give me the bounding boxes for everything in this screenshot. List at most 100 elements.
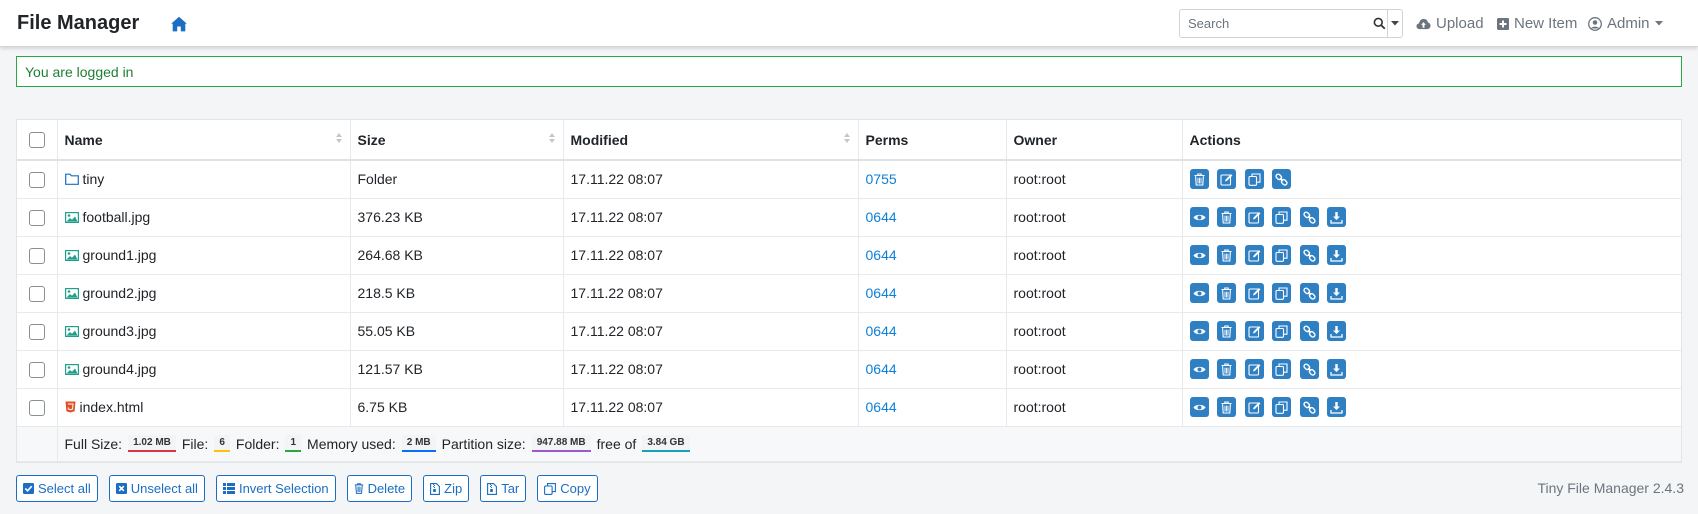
table-row: football.jpg 376.23 KB 17.11.22 08:07 0644 r…	[17, 198, 1681, 237]
file-perms-link[interactable]: 0644	[866, 209, 897, 225]
file-name-cell[interactable]: tiny	[57, 160, 351, 199]
row-checkbox[interactable]	[28, 285, 45, 302]
copy-button[interactable]	[1272, 245, 1291, 265]
file-name-cell[interactable]: ground1.jpg	[57, 236, 351, 275]
link-button[interactable]	[1299, 321, 1319, 341]
file-perms-link[interactable]: 0644	[866, 285, 897, 301]
view-button[interactable]	[1189, 397, 1209, 417]
column-name[interactable]: Name	[57, 120, 351, 161]
row-checkbox[interactable]	[28, 399, 45, 416]
copy-button[interactable]	[1272, 321, 1291, 341]
download-button[interactable]	[1327, 321, 1346, 341]
user-menu[interactable]: Admin	[1588, 15, 1663, 32]
search-icon[interactable]	[1372, 10, 1387, 37]
trash-button[interactable]	[1217, 283, 1236, 303]
download-button[interactable]	[1327, 359, 1346, 379]
version-label: Tiny File Manager 2.4.3	[1537, 480, 1684, 496]
row-checkbox[interactable]	[28, 247, 45, 264]
file-actions-cell	[1182, 350, 1681, 389]
trash-button[interactable]	[1217, 207, 1236, 227]
file-name[interactable]: index.html	[80, 399, 144, 415]
view-button[interactable]	[1189, 283, 1209, 303]
column-size[interactable]: Size	[350, 120, 564, 161]
trash-button[interactable]	[1217, 321, 1236, 341]
memory-label: Memory used:	[307, 435, 396, 452]
select-all-checkbox[interactable]	[28, 132, 45, 149]
download-button[interactable]	[1327, 283, 1346, 303]
edit-button[interactable]	[1217, 169, 1236, 190]
edit-button[interactable]	[1244, 207, 1264, 227]
file-name[interactable]: ground4.jpg	[83, 361, 157, 377]
download-button[interactable]	[1327, 207, 1346, 227]
link-button[interactable]	[1299, 397, 1319, 417]
edit-button[interactable]	[1244, 283, 1264, 303]
table-row: index.html 6.75 KB 17.11.22 08:07 0644 root:…	[17, 388, 1681, 427]
trash-button[interactable]	[1189, 169, 1209, 190]
tar-button[interactable]: Tar	[480, 475, 527, 502]
file-perms-link[interactable]: 0644	[866, 323, 897, 339]
file-name-cell[interactable]: index.html	[57, 388, 351, 427]
download-button[interactable]	[1327, 245, 1346, 265]
search-dropdown-button[interactable]	[1386, 10, 1402, 37]
file-name-cell[interactable]: ground3.jpg	[57, 312, 351, 351]
unselect-all-button[interactable]: Unselect all	[108, 475, 205, 502]
file-perms-link[interactable]: 0644	[866, 399, 897, 415]
partition-label: Partition size:	[441, 435, 526, 452]
file-perms-link[interactable]: 0644	[866, 361, 897, 377]
column-size-label: Size	[357, 131, 386, 148]
view-button[interactable]	[1189, 207, 1209, 227]
table-footer-row: Full Size: 1.02 MB File: 6 Folder: 1 Memory us…	[17, 426, 1681, 462]
row-checkbox[interactable]	[28, 171, 45, 188]
view-button[interactable]	[1189, 245, 1209, 265]
zip-button[interactable]: Zip	[423, 475, 470, 502]
link-button[interactable]	[1299, 207, 1319, 227]
download-button[interactable]	[1327, 397, 1346, 417]
edit-button[interactable]	[1244, 245, 1264, 265]
row-checkbox[interactable]	[28, 323, 45, 340]
file-name[interactable]: tiny	[83, 171, 105, 187]
file-name-cell[interactable]: football.jpg	[57, 198, 351, 237]
trash-button[interactable]	[1217, 359, 1236, 379]
delete-button[interactable]: Delete	[346, 475, 413, 502]
copy-button[interactable]	[1272, 397, 1291, 417]
trash-button[interactable]	[1217, 245, 1236, 265]
file-perms-link[interactable]: 0644	[866, 247, 897, 263]
link-button[interactable]	[1299, 245, 1319, 265]
edit-button[interactable]	[1244, 359, 1264, 379]
link-button[interactable]	[1299, 359, 1319, 379]
file-perms-link[interactable]: 0755	[866, 171, 897, 187]
file-table: Name Size Modified Perms Owner Actions t…	[16, 119, 1682, 463]
file-name[interactable]: ground1.jpg	[83, 247, 157, 263]
file-name-cell[interactable]: ground2.jpg	[57, 274, 351, 313]
row-checkbox[interactable]	[28, 209, 45, 226]
edit-icon	[1247, 325, 1260, 338]
file-name[interactable]: ground2.jpg	[83, 285, 157, 301]
file-owner: root:root	[1006, 198, 1183, 237]
file-modified: 17.11.22 08:07	[563, 198, 859, 237]
select-all-button[interactable]: Select all	[16, 475, 98, 502]
copy-button[interactable]	[1272, 207, 1291, 227]
row-checkbox[interactable]	[28, 361, 45, 378]
column-modified-label: Modified	[570, 131, 629, 148]
link-button[interactable]	[1299, 283, 1319, 303]
copy-button[interactable]: Copy	[537, 475, 598, 502]
search-input[interactable]	[1180, 10, 1372, 37]
copy-button[interactable]	[1244, 169, 1264, 190]
trash-button[interactable]	[1217, 397, 1236, 417]
home-icon[interactable]	[170, 15, 188, 33]
link-button[interactable]	[1272, 169, 1291, 190]
column-modified[interactable]: Modified	[563, 120, 859, 161]
edit-button[interactable]	[1244, 397, 1264, 417]
invert-selection-button[interactable]: Invert Selection	[215, 475, 336, 502]
file-name[interactable]: football.jpg	[83, 209, 151, 225]
new-item-link[interactable]: New Item	[1497, 15, 1577, 32]
copy-button[interactable]	[1272, 359, 1291, 379]
copy-button[interactable]	[1272, 283, 1291, 303]
edit-icon	[1220, 173, 1233, 186]
edit-button[interactable]	[1244, 321, 1264, 341]
view-button[interactable]	[1189, 359, 1209, 379]
file-name-cell[interactable]: ground4.jpg	[57, 350, 351, 389]
file-name[interactable]: ground3.jpg	[83, 323, 157, 339]
view-button[interactable]	[1189, 321, 1209, 341]
upload-link[interactable]: Upload	[1416, 15, 1484, 32]
